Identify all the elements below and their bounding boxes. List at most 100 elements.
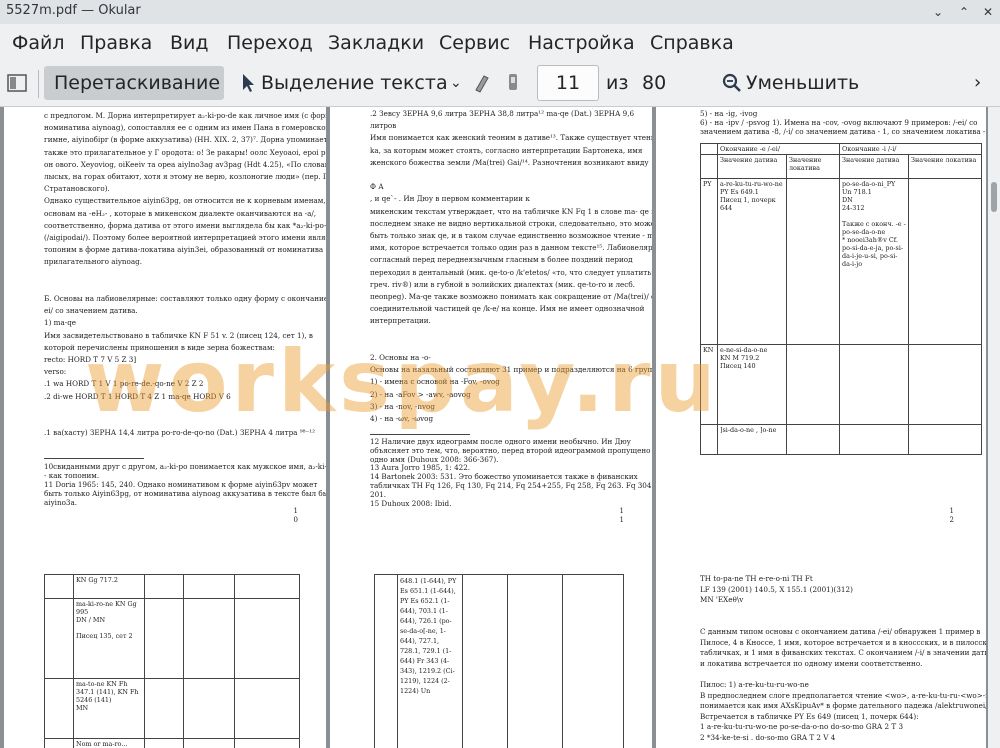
text-line: он ового. Xeyoviog, oiKeeiv та ореа aiyl… — [44, 159, 326, 169]
menu-settings[interactable]: Настройка — [528, 32, 635, 54]
page-number: 1 — [293, 507, 298, 515]
footnote-divider — [370, 434, 470, 435]
close-icon[interactable]: ✕ — [980, 4, 996, 20]
highlighter-icon[interactable] — [472, 66, 494, 100]
minimize-icon[interactable]: ⌄ — [930, 4, 946, 20]
table-cell — [839, 424, 909, 455]
text-line: Однако существительное aiyin63pg, он отн… — [44, 196, 326, 206]
page-number: 0 — [293, 516, 298, 524]
text-line: понимается как имя AXsKipuAv* в форме да… — [700, 701, 986, 711]
text-line: греч. riv®) или в губной в эолийских диа… — [370, 279, 635, 289]
cursor-icon[interactable] — [240, 66, 258, 100]
drag-mode-button[interactable]: Перетаскивание — [44, 66, 224, 100]
table-cell: KN — [700, 344, 718, 425]
text-line: 4) - на -ωv, -ωvog — [370, 414, 434, 423]
sidebar-toggle-icon[interactable] — [6, 66, 32, 100]
menu-tools[interactable]: Сервис — [439, 32, 510, 54]
document-viewport[interactable]: с предлогом. М. Дорна интерпретирует a₂-… — [0, 107, 988, 748]
menu-file[interactable]: Файл — [12, 32, 65, 54]
table-cell — [786, 424, 840, 455]
text-line: прилагательного aiynoag. — [44, 257, 143, 267]
text-line: гимне, aiyinoбipr (в форме аккузатива) (… — [44, 135, 326, 145]
text-line: 14 Bartonek 2003: 531. Это божество упом… — [370, 472, 638, 482]
table-cell — [700, 154, 718, 179]
maximize-icon[interactable]: ⌃ — [956, 4, 972, 20]
text-line: быть только знак qe, и в таком случае ед… — [370, 231, 652, 240]
table-header: Окончание -e /-ei/ — [717, 143, 840, 155]
dative-table: Окончание -e /-ei/ Окончание -i /-i/ Зна… — [700, 143, 982, 455]
table-header: Значение локатива — [908, 154, 982, 179]
text-line: ka, за которым может стоять, согласно ин… — [370, 145, 643, 155]
table-header: Значение локатива — [786, 154, 840, 179]
text-line: 2 *34-ke-te-si . do-so-mo GRA T 2 V 4 — [700, 733, 836, 742]
text-line: ei/ со значением датива. — [44, 306, 138, 316]
menu-go[interactable]: Переход — [227, 32, 313, 54]
stamp-icon[interactable] — [506, 66, 522, 100]
page-number-input[interactable]: 11 — [537, 65, 599, 101]
text-line: LF 139 (2001) 140.5, X 155.1 (2001)(312) — [700, 584, 853, 594]
menu-edit[interactable]: Правка — [80, 32, 152, 54]
page-13: KN Gg 717.2 ma-ki-ro-ne KN Gg 995 DN / M… — [4, 548, 326, 748]
page-total: 80 — [642, 72, 667, 94]
text-line: MN 'EXeθ\v — [700, 595, 744, 605]
text-select-button[interactable]: Выделение текста — [261, 66, 448, 100]
text-line: и локатива встречается по одному имени с… — [700, 658, 923, 668]
text-line: .2 Зевсу ЗЕРНА 9,6 литра ЗЕРНА 38,8 литр… — [370, 109, 635, 118]
text-line: 12 Наличие двух идеограмм после одного и… — [370, 437, 631, 446]
scrollbar-thumb[interactable] — [991, 182, 997, 212]
continuation-table: KN Gg 717.2 ma-ki-ro-ne KN Gg 995 DN / M… — [44, 574, 300, 748]
menu-view[interactable]: Вид — [170, 32, 209, 54]
text-line: С данным типом основы с окончанием датив… — [700, 627, 981, 636]
zoom-out-icon[interactable] — [722, 66, 744, 100]
menu-bookmarks[interactable]: Закладки — [328, 32, 424, 54]
table-cell: po-se-da-o-ni_PY Un 718.1 DN 24-312 Такж… — [839, 178, 909, 345]
text-line: 6) - на -ipv / -psvog 1). Имена на -cov,… — [700, 118, 978, 127]
title-bar: 5527m.pdf — Okular ⌄ ⌃ ✕ — [0, 0, 1000, 25]
text-line: Б. Основы на лабиовелярные: составляют т… — [44, 294, 326, 303]
text-line: лысых, на горах обитают, хотя я этому не… — [44, 172, 326, 181]
text-line: 3) - на -nov, -nvog — [370, 401, 435, 411]
page-of-label: из — [606, 72, 629, 94]
text-line: πeonpeg). Ма-qe также возможно понимать … — [370, 292, 652, 301]
text-line: литров — [370, 121, 397, 131]
page-number: 2 — [949, 516, 954, 524]
text-line: TH to-pa-ne TH e-re-o-ni TH Ft — [700, 574, 813, 583]
text-line: aiyino3a. — [44, 498, 78, 507]
text-line: микенским текстам утверждает, что на таб… — [370, 206, 652, 216]
text-line: также это прилагательное у Г ородота: о!… — [44, 147, 326, 157]
text-line: 2. Основы на -o- — [370, 353, 431, 362]
table-header: Значение датива — [839, 154, 909, 179]
text-line: табличках TH Fq 126, Fq 130, Fq 214, Fq … — [370, 481, 652, 490]
text-line: В предпоследнем слоге предполагается чте… — [700, 690, 986, 700]
continuation-table: 648.1 (1-644), PY Es 651.1 (1-644), PY E… — [374, 574, 624, 748]
table-cell — [786, 178, 840, 345]
chevron-down-icon[interactable]: ⌄ — [450, 66, 464, 100]
text-line: с предлогом. М. Дорна интерпретирует a₂-… — [44, 111, 326, 120]
text-line: Пилос: 1) a-re-ku-tu-ru-wo-ne — [700, 680, 809, 689]
text-line: 10свиданными друг с другом, a₂-ki-po пон… — [44, 462, 326, 471]
text-line: .2 di-we HORD T 1 HORD T 4 Z 1 ma-qe HOR… — [44, 391, 231, 401]
toolbar-overflow-icon[interactable]: › — [974, 66, 990, 100]
text-line: соединительной частицей qe /k-e/ на конц… — [370, 304, 645, 314]
table-cell: 648.1 (1-644), PY Es 651.1 (1-644), PY E… — [397, 574, 463, 748]
text-line: .1 ва(хасту) ЗЕРНА 14,4 литра po-ro-de-q… — [44, 428, 316, 438]
text-line: verso: — [44, 367, 67, 377]
page-number: 1 — [949, 507, 954, 515]
text-line: , и qe`- . Ин Дюу в первом комментарии к — [370, 194, 530, 204]
text-line: 13 Aura Jorro 1985, 1: 422. — [370, 463, 471, 473]
menu-help[interactable]: Справка — [650, 32, 734, 54]
table-cell — [908, 178, 982, 345]
page-14: 648.1 (1-644), PY Es 651.1 (1-644), PY E… — [330, 548, 652, 748]
text-line: табличках, и 1 имя в фиванских текстах. … — [700, 648, 986, 658]
table-header: Окончание -i /-i/ — [839, 143, 982, 155]
zoom-out-button[interactable]: Уменьшить — [746, 66, 859, 100]
text-line: 5) - на -ig, -ivog — [700, 109, 758, 118]
vertical-scrollbar[interactable] — [988, 107, 1000, 748]
table-cell: ]si-da-o-ne , ]o-ne — [717, 424, 787, 455]
text-line: женского божества земли /Ma(trei) Gai/¹⁴… — [370, 157, 649, 167]
table-cell: PY — [700, 178, 718, 345]
text-line: Имя понимается как женский теоним в дати… — [370, 133, 652, 143]
table-cell — [700, 424, 718, 455]
text-line: Встречается в табличке PY Es 649 (писец … — [700, 711, 919, 721]
table-cell: KN Gg 717.2 — [73, 574, 145, 599]
